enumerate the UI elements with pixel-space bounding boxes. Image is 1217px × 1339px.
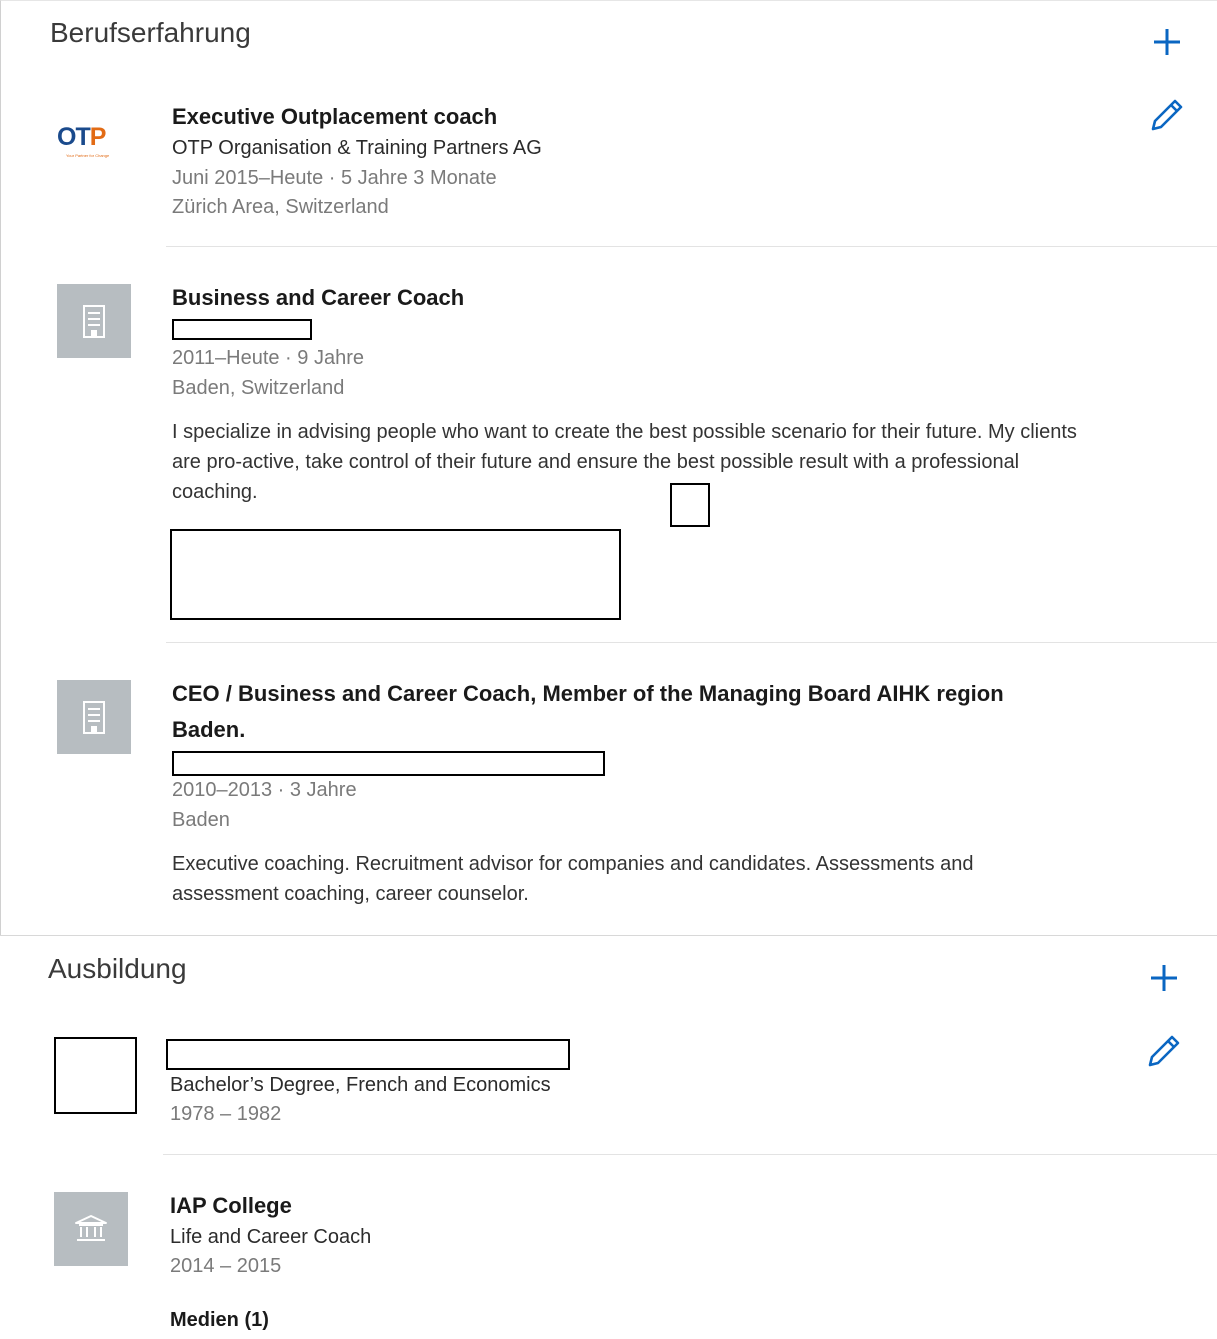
logo-tagline: Your Partner for Change	[66, 153, 110, 158]
position-dates: 2010–2013 · 3 Jahre	[172, 779, 357, 801]
redacted-company-name	[172, 319, 312, 340]
company-logo-placeholder[interactable]	[57, 680, 131, 754]
company-name[interactable]: OTP Organisation & Training Partners AG	[172, 137, 542, 160]
divider	[166, 642, 1217, 643]
degree: Life and Career Coach	[170, 1226, 372, 1248]
position-title[interactable]: CEO / Business and Career Coach, Member …	[172, 676, 1072, 748]
building-icon	[83, 305, 105, 338]
building-icon	[83, 701, 105, 734]
position-description: I specialize in advising people who want…	[172, 421, 1077, 503]
redacted-company-name	[172, 751, 605, 776]
position-dates: Juni 2015–Heute · 5 Jahre 3 Monate	[172, 167, 497, 189]
school-logo-placeholder[interactable]	[54, 1192, 128, 1266]
education-title: Ausbildung	[48, 953, 187, 984]
position-location: Baden	[172, 809, 230, 831]
plus-icon	[1154, 29, 1180, 55]
institution-icon	[75, 1215, 107, 1241]
plus-icon	[1151, 965, 1177, 991]
position-title[interactable]: Business and Career Coach	[172, 280, 464, 316]
pencil-icon	[1148, 1035, 1180, 1067]
redacted-media	[170, 529, 621, 620]
position-location: Zürich Area, Switzerland	[172, 196, 389, 218]
education-dates: 2014 – 2015	[170, 1255, 282, 1277]
position-dates: 2011–Heute · 9 Jahre	[172, 347, 364, 369]
position-location: Baden, Switzerland	[172, 377, 345, 399]
edit-education-button[interactable]	[1146, 1033, 1182, 1069]
experience-section: Berufserfahrung OTP Your Partner for Cha…	[0, 0, 1217, 935]
divider	[163, 1154, 1217, 1155]
edit-experience-button[interactable]	[1149, 97, 1185, 133]
degree: Bachelor’s Degree, French and Economics	[170, 1074, 551, 1096]
divider	[166, 246, 1217, 247]
company-logo-placeholder[interactable]	[57, 284, 131, 358]
pencil-icon	[1151, 99, 1183, 131]
redacted-school-name	[166, 1039, 570, 1070]
position-description: Executive coaching. Recruitment advisor …	[172, 853, 974, 905]
media-label[interactable]: Medien (1)	[170, 1309, 269, 1332]
school-name[interactable]: IAP College	[170, 1188, 292, 1224]
add-experience-button[interactable]	[1149, 24, 1185, 60]
add-education-button[interactable]	[1146, 960, 1182, 996]
school-logo-redacted[interactable]	[54, 1037, 137, 1114]
position-title[interactable]: Executive Outplacement coach	[172, 99, 497, 135]
education-dates: 1978 – 1982	[170, 1103, 282, 1125]
education-section: Ausbildung Bachelor’s Degree, French and…	[0, 935, 1217, 1339]
company-logo-otp[interactable]: OTP Your Partner for Change	[57, 123, 137, 163]
redacted-box	[670, 483, 710, 527]
experience-title: Berufserfahrung	[50, 17, 251, 48]
